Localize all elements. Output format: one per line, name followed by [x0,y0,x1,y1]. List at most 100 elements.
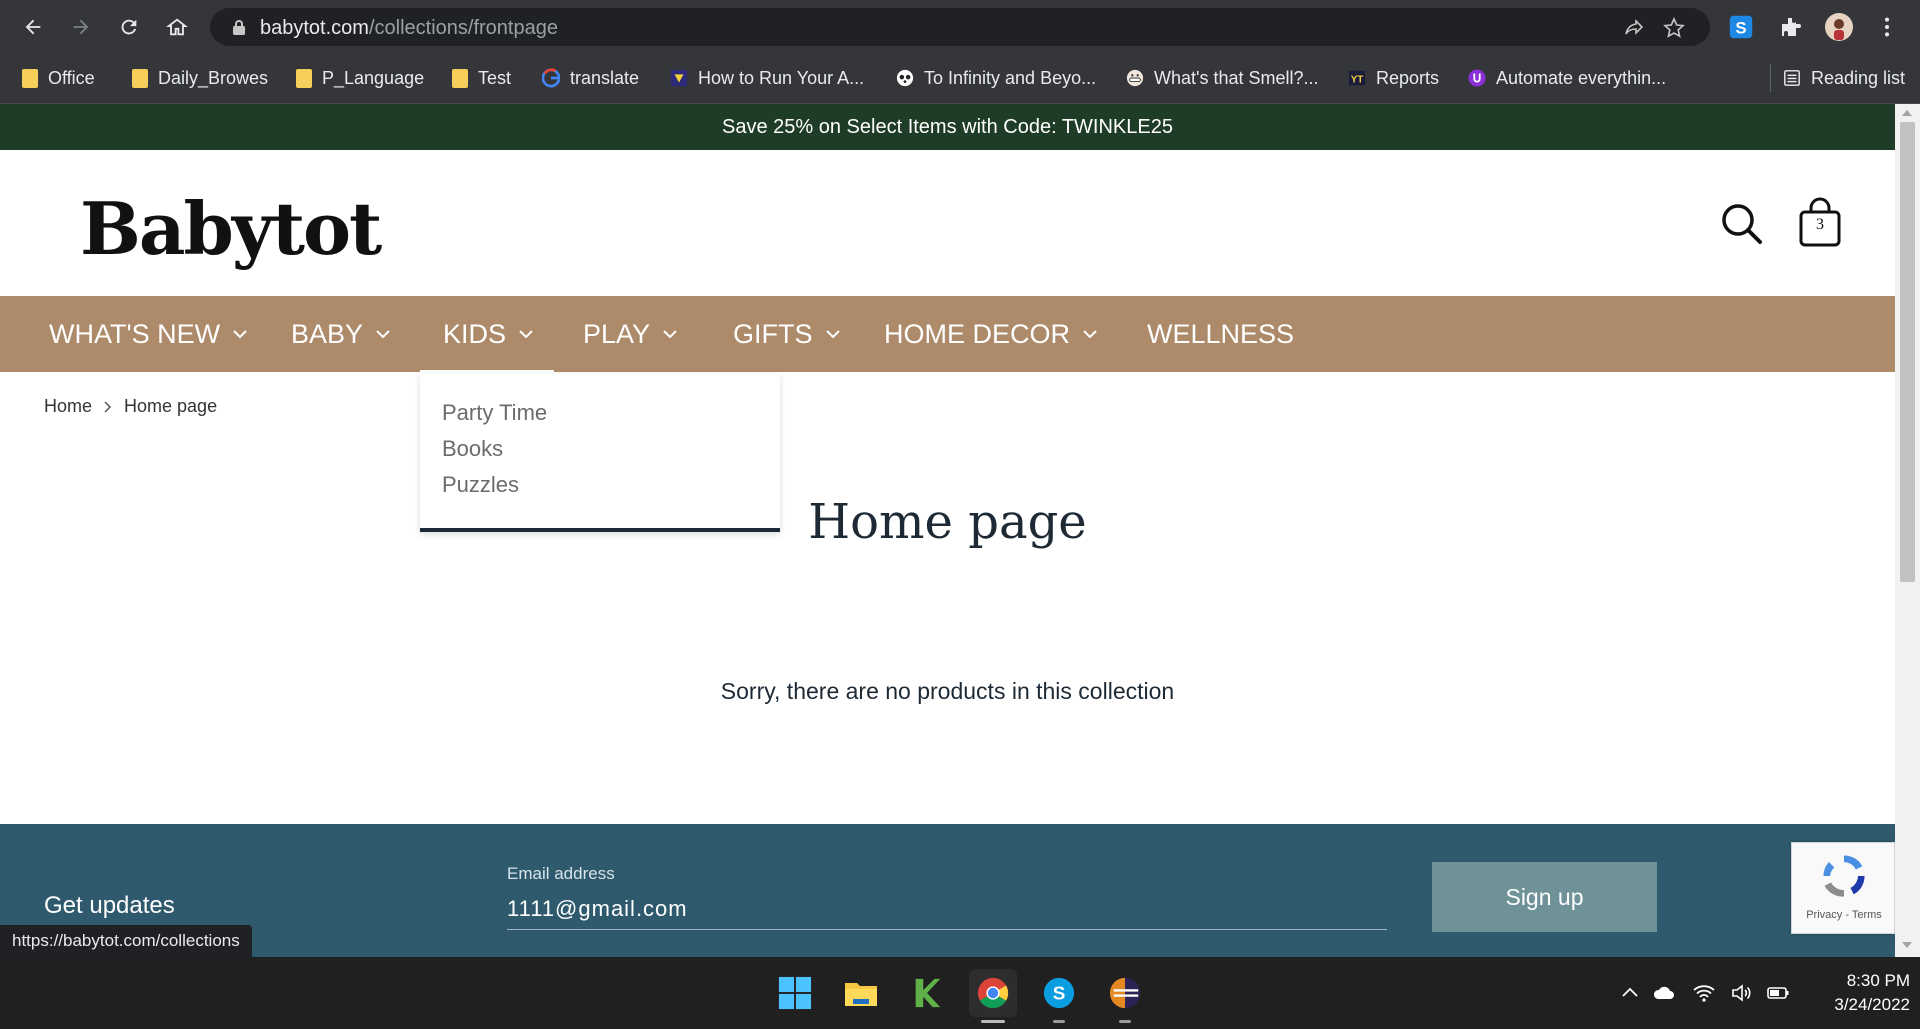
promo-banner[interactable]: Save 25% on Select Items with Code: TWIN… [0,104,1895,150]
bookmarks-bar: Office Daily_Browes P_Language Test tran… [0,54,1920,104]
running-app-indicator [1053,1020,1065,1023]
chevron-down-icon [663,330,677,339]
skype-extension-icon[interactable]: S [1726,12,1756,42]
windows-start-icon[interactable] [771,969,819,1017]
nav-label: KIDS [443,318,507,349]
cart-count: 3 [1816,216,1824,233]
onedrive-cloud-icon[interactable] [1652,981,1676,1005]
nav-label: PLAY [583,318,651,349]
star-icon[interactable] [1662,16,1686,40]
bookmark-daily-browes[interactable]: Daily_Browes [132,64,268,92]
nav-play[interactable]: PLAY [583,296,678,372]
battery-icon[interactable] [1766,981,1790,1005]
kotlin-app-icon[interactable] [903,969,951,1017]
face-icon [1126,69,1144,87]
scrollbar-thumb[interactable] [1900,122,1915,582]
breadcrumb-current: Home page [124,396,218,416]
skype-taskbar-icon[interactable]: S [1035,969,1083,1023]
svg-text:S: S [1735,19,1746,38]
svg-text:S: S [1053,984,1066,1005]
kids-dropdown-menu: Party Time Books Puzzles [420,374,780,532]
chevron-up-icon[interactable] [1618,981,1642,1005]
bookmark-automate[interactable]: Automate everythin... [1468,64,1666,92]
reading-list-icon [1784,70,1800,86]
file-explorer-icon[interactable] [837,969,885,1017]
site-logo[interactable]: Babytot [80,186,382,271]
chevron-down-icon [519,330,533,339]
chevron-down-icon [233,330,247,339]
folder-icon [452,68,468,88]
panda-icon [896,69,914,87]
email-label: Email address [507,864,615,883]
chevron-down-icon [376,330,390,339]
empty-collection-message: Sorry, there are no products in this col… [720,678,1175,704]
automate-icon [1468,69,1486,87]
bookmark-p-language[interactable]: P_Language [296,64,424,92]
volume-icon[interactable] [1730,981,1754,1005]
web-page: Save 25% on Select Items with Code: TWIN… [0,104,1895,957]
recaptcha-links[interactable]: Privacy - Terms [1792,909,1895,921]
nav-kids[interactable]: KIDS [443,296,534,372]
bookmark-reports[interactable]: YT Reports [1348,64,1439,92]
bookmark-office[interactable]: Office [22,64,95,92]
folder-icon [296,68,312,88]
dropdown-item-books[interactable]: Books [442,436,503,462]
bookmark-test[interactable]: Test [452,64,511,92]
nav-wellness[interactable]: WELLNESS [1147,296,1294,372]
folder-icon [22,68,38,88]
reload-icon[interactable] [112,10,146,44]
nav-label: GIFTS [733,318,813,349]
chrome-taskbar-icon[interactable] [969,969,1017,1023]
running-app-indicator [1119,1020,1131,1023]
nav-whats-new[interactable]: WHAT'S NEW [49,296,248,372]
wifi-icon[interactable] [1692,981,1716,1005]
page-title: Home page [808,494,1087,550]
nav-baby[interactable]: BABY [291,296,391,372]
eclipse-taskbar-icon[interactable] [1101,969,1149,1023]
scroll-down-arrow-icon[interactable] [1902,942,1912,948]
promo-text: Save 25% on Select Items with Code: TWIN… [722,116,1173,138]
dropdown-item-puzzles[interactable]: Puzzles [442,472,519,498]
bookmark-whats-that-smell[interactable]: What's that Smell?... [1126,64,1319,92]
breadcrumb: Home Home page [44,396,217,417]
recaptcha-badge[interactable]: Privacy - Terms [1791,842,1895,934]
browser-menu-icon[interactable] [1872,12,1902,42]
system-clock[interactable]: 8:30 PM 3/24/2022 [1800,969,1910,1017]
share-icon[interactable] [1622,16,1646,40]
bookmark-to-infinity[interactable]: To Infinity and Beyo... [896,64,1096,92]
clock-date: 3/24/2022 [1834,995,1910,1014]
nav-label: HOME DECOR [884,318,1071,349]
extensions-icon[interactable] [1776,12,1806,42]
newsletter-footer: Get updates Email address Sign up Privac… [0,824,1895,957]
forward-icon[interactable] [64,10,98,44]
breadcrumb-home-link[interactable]: Home [44,396,92,417]
bookmark-translate[interactable]: translate [542,64,639,92]
profile-avatar[interactable] [1824,12,1854,42]
cart-button[interactable]: 3 [1798,196,1842,248]
status-bar-url: https://babytot.com/collections [0,925,252,957]
page-scrollbar[interactable] [1895,104,1920,957]
nav-label: WHAT'S NEW [49,318,221,349]
newsletter-heading: Get updates [44,892,175,919]
nav-gifts[interactable]: GIFTS [733,296,841,372]
windows-taskbar: S 8:30 PM 3/24/2022 [0,957,1920,1029]
address-bar[interactable]: babytot.com/collections/frontpage [210,8,1710,46]
reports-icon: YT [1348,70,1366,86]
url-text: babytot.com/collections/frontpage [260,17,558,39]
back-icon[interactable] [16,10,50,44]
home-icon[interactable] [160,10,194,44]
email-field[interactable] [507,888,1387,930]
search-icon[interactable] [1720,202,1764,246]
recaptcha-icon [1823,855,1865,897]
svg-text:YT: YT [1351,75,1364,86]
reading-list-button[interactable]: Reading list [1770,64,1905,92]
site-icon [670,69,688,87]
clock-time: 8:30 PM [1846,971,1910,990]
bookmark-how-to-run[interactable]: How to Run Your A... [670,64,864,92]
scroll-up-arrow-icon[interactable] [1902,110,1912,116]
signup-button[interactable]: Sign up [1432,862,1657,932]
folder-icon [132,68,148,88]
main-navigation: WHAT'S NEW BABY KIDS PLAY GIFTS HOME DEC… [0,296,1895,372]
dropdown-item-party-time[interactable]: Party Time [442,400,547,426]
nav-home-decor[interactable]: HOME DECOR [884,296,1098,372]
